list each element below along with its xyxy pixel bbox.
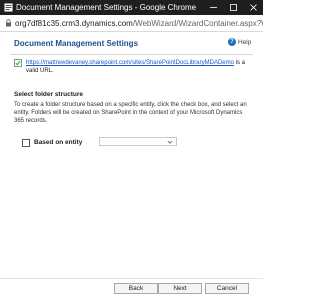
chrome-page-icon bbox=[4, 3, 13, 12]
address-url[interactable]: org7df81c35.crm3.dynamics.com/WebWizard/… bbox=[15, 19, 263, 28]
folder-structure-heading: Select folder structure bbox=[14, 91, 83, 98]
help-label: Help bbox=[238, 38, 252, 46]
address-host: org7df81c35.crm3.dynamics.com bbox=[15, 19, 133, 28]
chevron-down-icon bbox=[167, 140, 173, 144]
sharepoint-url-link[interactable]: https://mattrewdevaney.sharepoint.com/si… bbox=[26, 60, 234, 66]
close-icon bbox=[249, 4, 257, 11]
window-titlebar: Document Management Settings - Google Ch… bbox=[0, 0, 263, 15]
maximize-button[interactable] bbox=[223, 0, 243, 15]
help-icon: ? bbox=[228, 38, 236, 46]
page-title: Document Management Settings bbox=[14, 39, 139, 48]
close-window-button[interactable] bbox=[243, 0, 263, 15]
footer-divider bbox=[0, 278, 263, 279]
check-icon bbox=[14, 59, 22, 67]
address-path: /WebWizard/WizardContainer.aspx?Wiza... bbox=[132, 19, 263, 28]
minimize-button[interactable] bbox=[203, 0, 223, 15]
header-divider bbox=[10, 54, 253, 55]
entity-select[interactable] bbox=[99, 137, 177, 146]
folder-structure-description: To create a folder structure based on a … bbox=[14, 102, 247, 124]
based-on-entity-label: Based on entity bbox=[34, 139, 83, 146]
based-on-entity-checkbox[interactable] bbox=[22, 139, 30, 147]
cancel-button[interactable]: Cancel bbox=[205, 283, 249, 294]
next-button[interactable]: Next bbox=[158, 283, 202, 294]
minimize-icon bbox=[209, 7, 217, 8]
window-title: Document Management Settings - Google Ch… bbox=[16, 3, 197, 12]
back-button[interactable]: Back bbox=[114, 283, 158, 294]
lock-icon bbox=[6, 19, 11, 27]
dialog-header: Document Management Settings ? Help bbox=[0, 36, 263, 52]
help-link[interactable]: ? Help bbox=[228, 38, 251, 46]
maximize-icon bbox=[229, 4, 237, 11]
address-bar[interactable]: org7df81c35.crm3.dynamics.com/WebWizard/… bbox=[0, 15, 263, 32]
